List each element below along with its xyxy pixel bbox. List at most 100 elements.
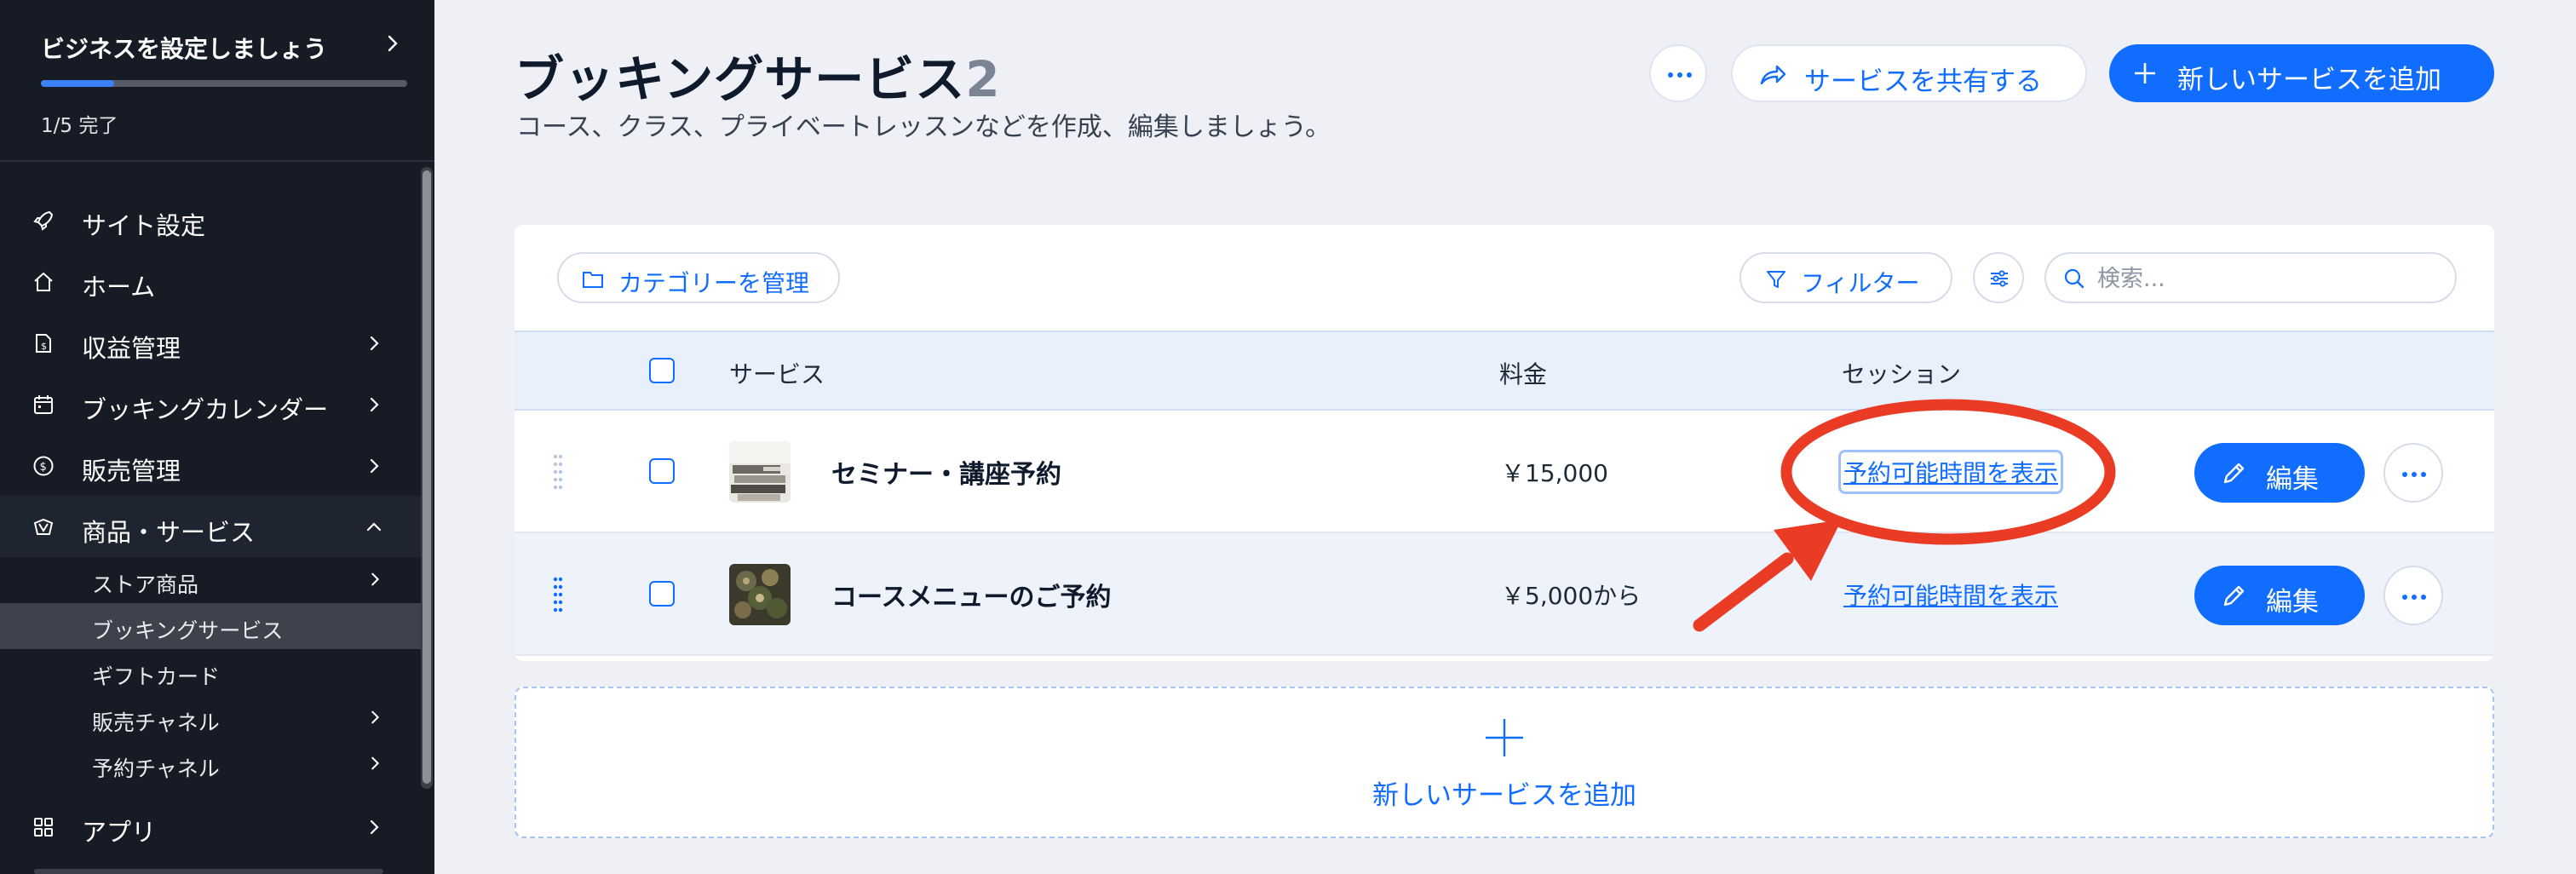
svg-text:$: $ — [41, 341, 47, 352]
row-more-button[interactable] — [2383, 443, 2443, 503]
add-new-service-label: 新しいサービスを追加 — [2177, 65, 2441, 95]
add-new-service-area-label: 新しいサービスを追加 — [1372, 780, 1636, 811]
calendar-icon — [34, 395, 53, 414]
show-availability-link[interactable]: 予約可能時間を表示 — [1843, 578, 2058, 612]
folder-icon — [583, 272, 603, 288]
sidebar-item-label: ホーム — [82, 273, 156, 302]
search-icon — [2064, 268, 2084, 289]
food-thumbnail — [729, 564, 791, 625]
revenue-icon: $ — [36, 334, 51, 353]
sliders-icon — [1991, 270, 2008, 287]
edit-button[interactable]: 編集 — [2194, 566, 2365, 625]
setup-panel[interactable]: ビジネスを設定しましょう 1/5 完了 — [0, 0, 434, 162]
sidebar-item-site-settings[interactable]: サイト設定 — [0, 189, 421, 250]
filter-icon — [1767, 271, 1785, 288]
sidebar-item-home[interactable]: ホーム — [0, 250, 421, 312]
column-header-price[interactable]: 料金 — [1499, 356, 1547, 390]
sidebar-item-label: 商品・サービス — [82, 518, 256, 547]
show-availability-link[interactable]: 予約可能時間を表示 — [1837, 450, 2064, 494]
chevron-right-icon — [371, 756, 380, 770]
drag-handle-icon[interactable] — [552, 576, 564, 613]
chevron-right-icon[interactable] — [382, 32, 404, 55]
pencil-icon — [2223, 585, 2245, 607]
sidebar-item-booking-calendar[interactable]: ブッキングカレンダー — [0, 373, 421, 434]
sidebar-item-revenue[interactable]: $ 収益管理 — [0, 312, 421, 373]
sidebar-subitem-sales-channels[interactable]: 販売チャネル — [0, 695, 421, 741]
chevron-right-icon — [371, 710, 380, 724]
sidebar-item-sales[interactable]: $ 販売管理 — [0, 434, 421, 496]
svg-text:$: $ — [40, 461, 47, 474]
page-title-text: ブッキングサービス — [515, 50, 966, 108]
edit-label: 編集 — [2266, 464, 2319, 495]
select-all-checkbox[interactable] — [649, 358, 675, 383]
share-icon — [1760, 65, 1786, 85]
chevron-right-icon — [371, 572, 380, 586]
setup-status: 1/5 完了 — [41, 115, 118, 137]
sidebar-subitem-label: 販売チャネル — [92, 710, 220, 735]
table-row[interactable]: コースメニューのご予約 ￥5,000から 予約可能時間を表示 編集 — [515, 533, 2494, 656]
table-settings-button[interactable] — [1973, 252, 2024, 303]
table-header: サービス 料金 セッション — [515, 331, 2494, 411]
rocket-icon — [33, 210, 54, 231]
row-checkbox[interactable] — [649, 581, 675, 607]
service-name[interactable]: セミナー・講座予約 — [831, 453, 1061, 491]
column-header-sessions[interactable]: セッション — [1842, 356, 1961, 390]
page-title: ブッキングサービス2 — [515, 39, 1001, 111]
seminar-thumbnail — [729, 441, 791, 503]
sidebar-item-apps[interactable]: アプリ — [0, 796, 421, 857]
sidebar-divider — [34, 869, 383, 874]
manage-categories-label: カテゴリーを管理 — [618, 269, 810, 297]
chevron-right-icon — [370, 336, 379, 351]
plus-icon — [1486, 719, 1523, 756]
column-header-service[interactable]: サービス — [729, 356, 825, 390]
service-price: ￥5,000から — [1501, 582, 1642, 610]
sidebar-subitem-label: ブッキングサービス — [92, 618, 284, 643]
sidebar-subitem-store-products[interactable]: ストア商品 — [0, 557, 421, 603]
sidebar-item-label: サイト設定 — [82, 211, 206, 240]
service-name[interactable]: コースメニューのご予約 — [831, 576, 1112, 613]
table-row[interactable]: セミナー・講座予約 ￥15,000 予約可能時間を表示 編集 — [515, 411, 2494, 533]
sidebar-subitem-gift-cards[interactable]: ギフトカード — [0, 649, 421, 695]
service-price: ￥15,000 — [1501, 459, 1608, 487]
more-icon — [2402, 472, 2426, 477]
dollar-icon: $ — [33, 456, 54, 476]
apps-icon — [34, 818, 53, 837]
row-more-button[interactable] — [2383, 566, 2443, 625]
sidebar-subitem-label: 予約チャネル — [92, 756, 220, 781]
chevron-right-icon — [370, 819, 379, 835]
sidebar-item-label: 収益管理 — [82, 334, 181, 363]
page-subtitle: コース、クラス、プライベートレッスンなどを作成、編集しましょう。 — [516, 112, 1331, 142]
sidebar-subitem-label: ストア商品 — [92, 572, 199, 597]
share-services-label: サービスを共有する — [1804, 66, 2042, 97]
sidebar: ビジネスを設定しましょう 1/5 完了 サイト設定 ホーム $ 収益管理 ブッキ… — [0, 0, 434, 874]
plus-icon — [2135, 63, 2155, 83]
chevron-right-icon — [370, 458, 379, 474]
manage-categories-button[interactable]: カテゴリーを管理 — [557, 252, 840, 303]
sidebar-item-label: アプリ — [82, 818, 157, 847]
add-new-service-button[interactable]: 新しいサービスを追加 — [2109, 44, 2494, 102]
setup-progress-bar — [41, 80, 407, 87]
more-icon — [2402, 595, 2426, 600]
sidebar-subitem-label: ギフトカード — [92, 664, 221, 689]
sidebar-item-products-services[interactable]: 商品・サービス — [0, 496, 421, 557]
more-actions-button[interactable] — [1649, 44, 1707, 102]
drag-handle-icon[interactable] — [552, 453, 564, 491]
more-icon — [1668, 72, 1692, 78]
filter-label: フィルター — [1801, 269, 1920, 297]
share-services-button[interactable]: サービスを共有する — [1731, 44, 2087, 102]
setup-progress-fill — [41, 80, 114, 87]
setup-title[interactable]: ビジネスを設定しましょう — [41, 31, 327, 65]
sidebar-item-label: 販売管理 — [82, 457, 181, 486]
chevron-right-icon — [370, 397, 379, 412]
filter-button[interactable]: フィルター — [1739, 252, 1952, 303]
sidebar-subitem-booking-services[interactable]: ブッキングサービス — [0, 603, 421, 649]
sidebar-subitem-booking-channels[interactable]: 予約チャネル — [0, 741, 421, 787]
sidebar-item-label: ブッキングカレンダー — [82, 395, 329, 424]
add-new-service-area[interactable]: 新しいサービスを追加 — [515, 687, 2494, 838]
services-card: カテゴリーを管理 フィルター サービス 料金 セッション — [515, 225, 2494, 661]
search-box[interactable] — [2044, 252, 2457, 303]
row-checkbox[interactable] — [649, 458, 675, 484]
sidebar-scrollbar-thumb[interactable] — [423, 170, 431, 784]
search-input[interactable] — [2097, 262, 2438, 295]
edit-button[interactable]: 編集 — [2194, 443, 2365, 503]
